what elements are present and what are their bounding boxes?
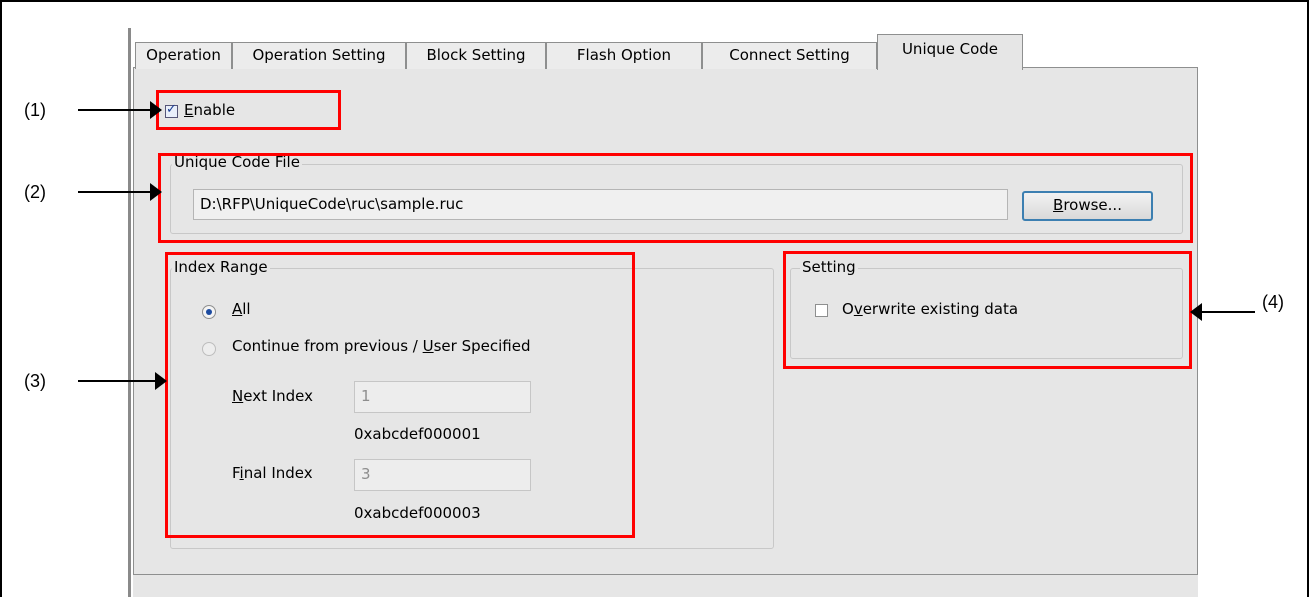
- tab-flash-option[interactable]: Flash Option: [546, 42, 702, 69]
- tab-block-setting[interactable]: Block Setting: [406, 42, 546, 69]
- tab-connect-setting[interactable]: Connect Setting: [702, 42, 877, 69]
- highlight-box-3: [165, 252, 635, 538]
- tab-unique-code[interactable]: Unique Code: [877, 34, 1023, 70]
- arrow-3-line: [78, 380, 158, 382]
- tab-panel-bottom: [133, 575, 1198, 597]
- arrow-4-line: [1200, 311, 1255, 313]
- callout-label-1: (1): [24, 100, 46, 120]
- arrow-3-head-icon: [155, 372, 167, 390]
- tab-operation[interactable]: Operation: [135, 42, 232, 69]
- tab-label: Operation: [146, 46, 221, 64]
- arrow-1-head-icon: [150, 101, 162, 119]
- dialog-left-edge: [128, 28, 132, 597]
- callout-label-4: (4): [1262, 292, 1284, 312]
- tab-label: Unique Code: [901, 40, 999, 58]
- tab-label: Block Setting: [426, 46, 526, 64]
- tab-label: Connect Setting: [729, 46, 850, 64]
- arrow-1-line: [78, 109, 153, 111]
- callout-label-3: (3): [24, 371, 46, 391]
- highlight-box-2: [158, 153, 1193, 243]
- arrow-2-head-icon: [150, 183, 162, 201]
- callout-label-2: (2): [24, 182, 46, 202]
- tab-operation-setting[interactable]: Operation Setting: [232, 42, 406, 69]
- highlight-box-4: [783, 251, 1192, 369]
- tab-label: Flash Option: [576, 46, 672, 64]
- arrow-2-line: [78, 191, 153, 193]
- highlight-box-1: [156, 90, 341, 130]
- tab-label: Operation Setting: [252, 46, 386, 64]
